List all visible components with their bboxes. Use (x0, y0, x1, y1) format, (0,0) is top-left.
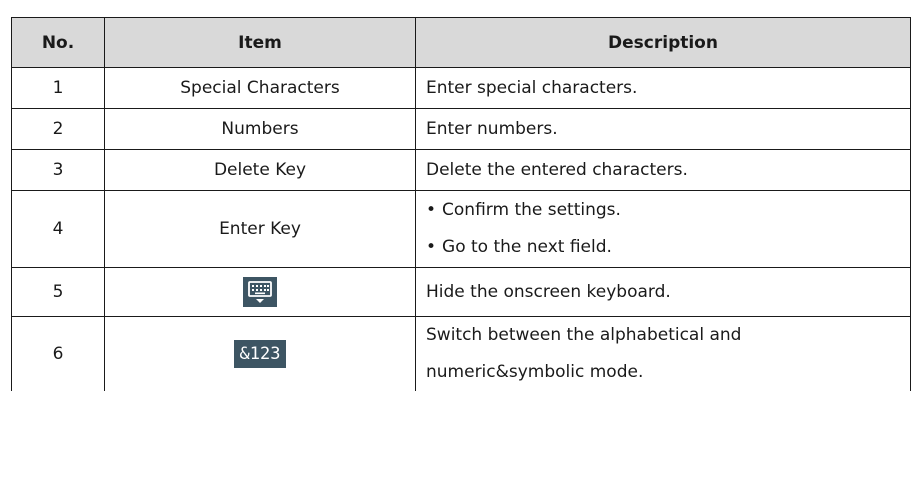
hide-keyboard-icon (243, 277, 277, 307)
description-bullet: Confirm the settings. (426, 192, 902, 229)
row-item: &123 (104, 316, 416, 391)
table-row: 3 Delete Key Delete the entered characte… (11, 149, 911, 191)
description-bullet: Go to the next field. (426, 229, 902, 266)
row-number: 1 (11, 67, 105, 109)
table-row: 2 Numbers Enter numbers. (11, 108, 911, 150)
header-no: No. (11, 17, 105, 68)
row-description: Enter special characters. (415, 67, 911, 109)
row-description: Delete the entered characters. (415, 149, 911, 191)
row-item: Numbers (104, 108, 416, 150)
row-number: 2 (11, 108, 105, 150)
row-number: 5 (11, 267, 105, 317)
row-item (104, 267, 416, 317)
row-number: 4 (11, 190, 105, 268)
row-number: 3 (11, 149, 105, 191)
row-description: Hide the onscreen keyboard. (415, 267, 911, 317)
table-row: 6 &123 Switch between the alphabetical a… (11, 316, 911, 391)
key-description-table: No. Item Description 1 Special Character… (11, 17, 911, 391)
row-description: Enter numbers. (415, 108, 911, 150)
header-item: Item (104, 17, 416, 68)
row-item: Delete Key (104, 149, 416, 191)
row-description: Switch between the alphabetical and nume… (415, 316, 911, 391)
description-line: numeric&symbolic mode. (426, 362, 644, 382)
table-header-row: No. Item Description (11, 17, 911, 68)
table-row: 5 Hide the onscreen keyboard. (11, 267, 911, 317)
description-bullet-list: Confirm the settings. Go to the next fie… (426, 192, 902, 266)
table-row: 4 Enter Key Confirm the settings. Go to … (11, 190, 911, 268)
description-line: Switch between the alphabetical and (426, 325, 742, 345)
row-description: Confirm the settings. Go to the next fie… (415, 190, 911, 268)
symbol-mode-icon: &123 (233, 340, 287, 368)
row-item: Enter Key (104, 190, 416, 268)
table-row: 1 Special Characters Enter special chara… (11, 67, 911, 109)
header-description: Description (415, 17, 911, 68)
row-number: 6 (11, 316, 105, 391)
row-item: Special Characters (104, 67, 416, 109)
